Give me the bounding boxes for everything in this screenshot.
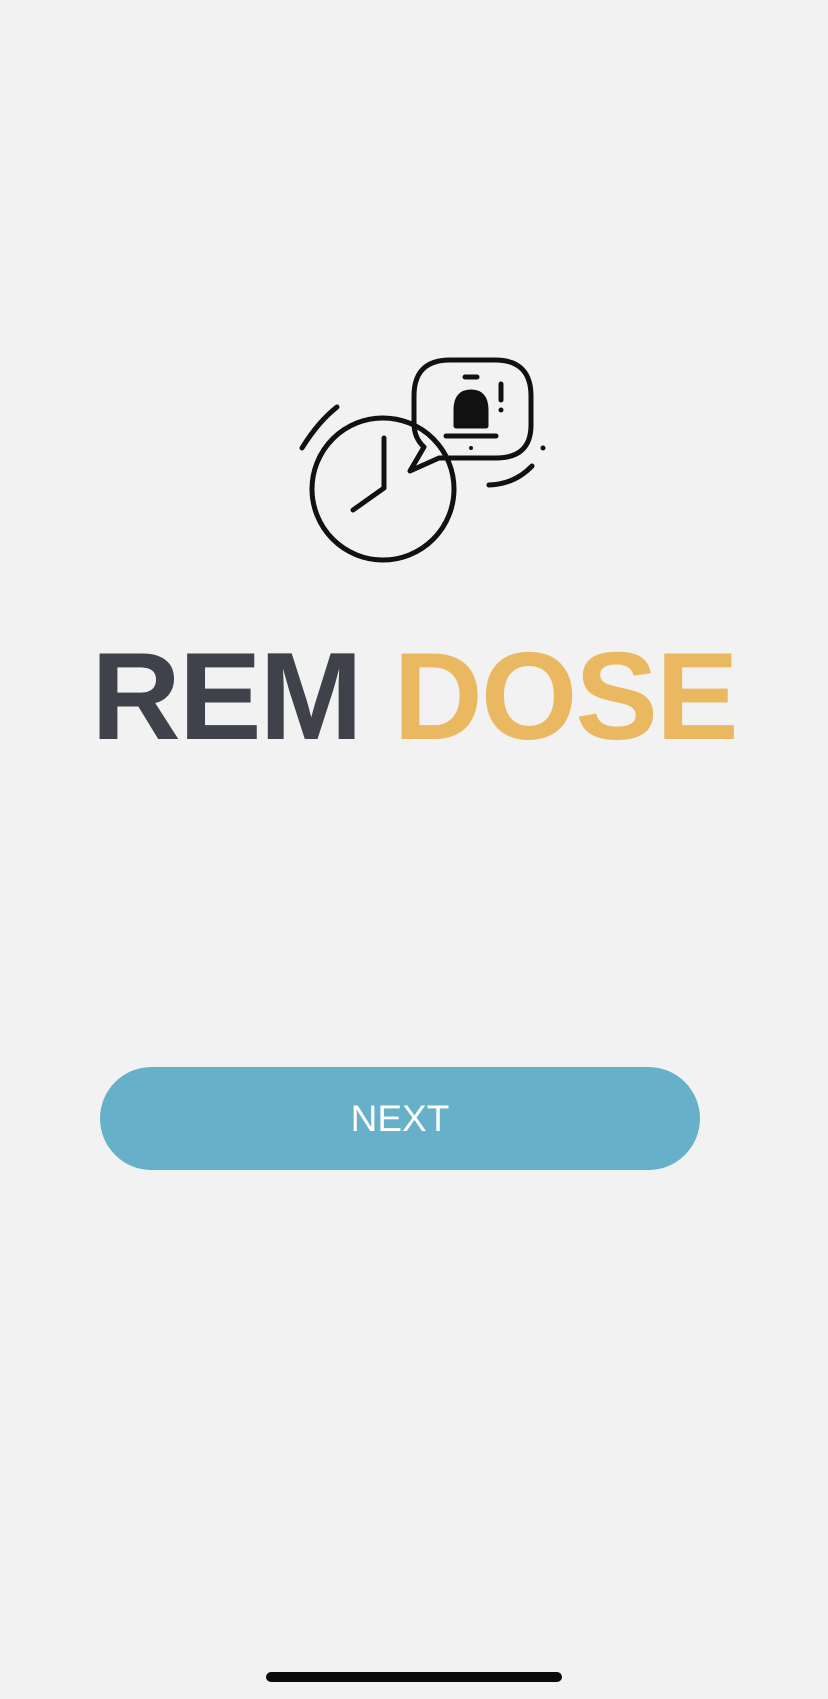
next-button[interactable]: NEXT: [100, 1067, 700, 1170]
app-title: REM DOSE: [0, 632, 828, 762]
app-title-rem: REM: [91, 628, 363, 766]
clock-bell-logo-icon: [296, 352, 552, 564]
app-title-dose: DOSE: [393, 628, 738, 766]
home-indicator[interactable]: [266, 1672, 562, 1682]
